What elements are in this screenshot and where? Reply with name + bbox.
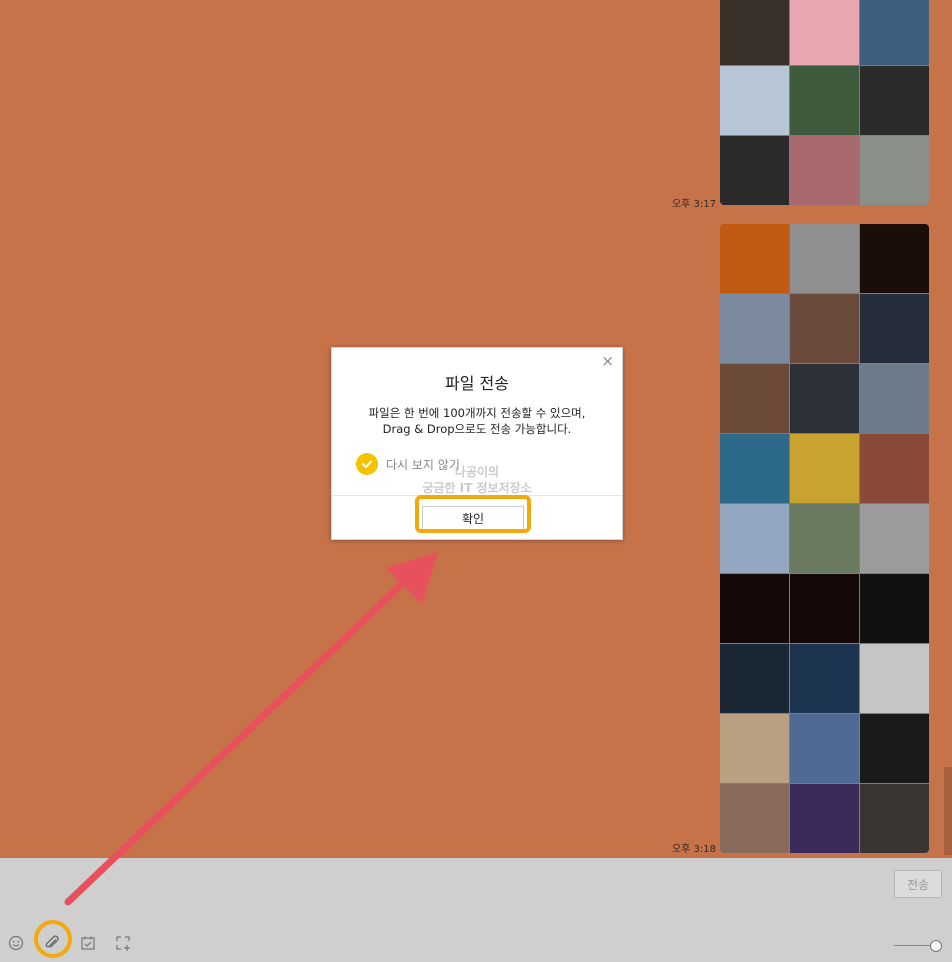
calendar-check-icon[interactable] <box>79 934 97 952</box>
emoticon-icon[interactable] <box>7 934 25 952</box>
blog-watermark: 나공이의 궁금한 IT 정보저장소 <box>412 464 542 496</box>
watermark-line2: 궁금한 IT 정보저장소 <box>422 481 532 495</box>
watermark-line1: 나공이의 <box>454 465 500 479</box>
photo-thumbnail[interactable] <box>720 0 789 65</box>
photo-grid-2[interactable] <box>720 224 929 853</box>
photo-thumbnail[interactable] <box>790 66 859 135</box>
photo-thumbnail[interactable] <box>860 574 929 643</box>
zoom-slider-knob[interactable] <box>930 940 942 952</box>
paperclip-highlight-circle <box>34 920 72 958</box>
photo-thumbnail[interactable] <box>790 364 859 433</box>
photo-thumbnail[interactable] <box>860 0 929 65</box>
photo-grid-1[interactable] <box>720 0 929 205</box>
send-button[interactable]: 전송 <box>894 870 942 898</box>
scrollbar-thumb[interactable] <box>944 767 952 855</box>
photo-thumbnail[interactable] <box>720 574 789 643</box>
photo-thumbnail[interactable] <box>790 644 859 713</box>
dialog-message-line2: Drag & Drop으로도 전송 가능합니다. <box>382 422 572 436</box>
dialog-message-line1: 파일은 한 번에 100개까지 전송할 수 있으며, <box>368 406 586 420</box>
photo-thumbnail[interactable] <box>720 644 789 713</box>
dialog-message: 파일은 한 번에 100개까지 전송할 수 있으며, Drag & Drop으로… <box>332 405 622 437</box>
photo-thumbnail[interactable] <box>790 0 859 65</box>
photo-thumbnail[interactable] <box>790 136 859 205</box>
photo-thumbnail[interactable] <box>860 784 929 853</box>
photo-thumbnail[interactable] <box>720 224 789 293</box>
photo-thumbnail[interactable] <box>720 66 789 135</box>
photo-thumbnail[interactable] <box>790 784 859 853</box>
input-area[interactable]: 전송 <box>0 858 952 962</box>
photo-thumbnail[interactable] <box>860 434 929 503</box>
photo-thumbnail[interactable] <box>860 504 929 573</box>
photo-thumbnail[interactable] <box>720 714 789 783</box>
photo-thumbnail[interactable] <box>860 224 929 293</box>
photo-thumbnail[interactable] <box>860 714 929 783</box>
close-icon[interactable]: × <box>601 352 614 370</box>
photo-thumbnail[interactable] <box>720 136 789 205</box>
message-time-1: 오후 3:17 <box>671 199 716 210</box>
photo-thumbnail[interactable] <box>790 294 859 363</box>
photo-thumbnail[interactable] <box>720 434 789 503</box>
photo-thumbnail[interactable] <box>790 224 859 293</box>
photo-thumbnail[interactable] <box>860 364 929 433</box>
confirm-highlight-box <box>415 495 531 533</box>
photo-thumbnail[interactable] <box>720 784 789 853</box>
photo-thumbnail[interactable] <box>790 434 859 503</box>
checkmark-icon[interactable] <box>356 453 378 475</box>
photo-thumbnail[interactable] <box>720 504 789 573</box>
capture-icon[interactable] <box>114 934 132 952</box>
zoom-slider[interactable] <box>894 940 942 952</box>
photo-thumbnail[interactable] <box>790 504 859 573</box>
photo-thumbnail[interactable] <box>720 364 789 433</box>
photo-thumbnail[interactable] <box>790 574 859 643</box>
photo-thumbnail[interactable] <box>860 136 929 205</box>
photo-thumbnail[interactable] <box>720 294 789 363</box>
photo-thumbnail[interactable] <box>860 644 929 713</box>
photo-thumbnail[interactable] <box>860 66 929 135</box>
message-time-2: 오후 3:18 <box>671 844 716 855</box>
photo-thumbnail[interactable] <box>860 294 929 363</box>
photo-thumbnail[interactable] <box>790 714 859 783</box>
dialog-title: 파일 전송 <box>445 374 509 393</box>
